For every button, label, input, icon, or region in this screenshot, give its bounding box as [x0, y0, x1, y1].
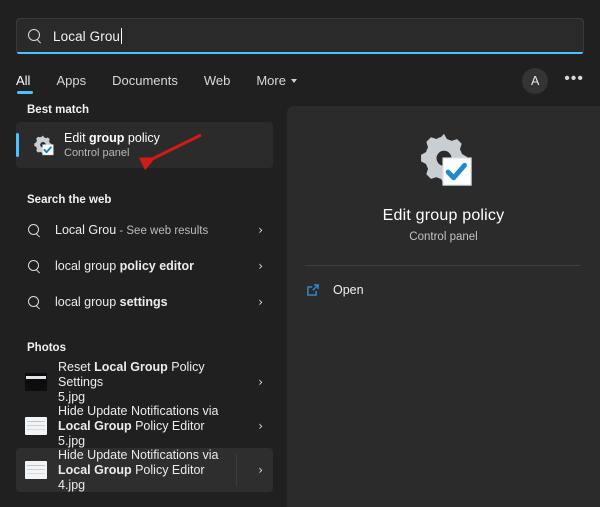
chevron-right-icon[interactable]: › — [258, 419, 263, 433]
web-result-text: local group — [55, 295, 120, 309]
web-result-hint: - See web results — [116, 225, 209, 237]
result-subtitle: Control panel — [64, 146, 130, 159]
photo-line1: Hide Update Notifications via — [58, 403, 219, 418]
avatar[interactable]: A — [522, 68, 549, 94]
photo-result-label: Reset Local Group Policy Settings 5.jpg — [58, 360, 228, 405]
photo-result-label: Hide Update Notifications via Local Group… — [58, 404, 228, 449]
tab-apps-label: Apps — [56, 72, 87, 88]
search-icon — [27, 28, 43, 44]
tab-documents[interactable]: Documents — [112, 73, 178, 94]
gear-check-icon — [415, 130, 473, 193]
tab-web-label: Web — [203, 72, 231, 88]
tab-web[interactable]: Web — [204, 73, 231, 94]
tab-more[interactable]: More — [256, 73, 297, 94]
preview-title: Edit group policy — [382, 207, 505, 224]
photo-line2-highlight: Local Group — [58, 462, 132, 477]
more-options-button[interactable]: ••• — [564, 71, 584, 87]
search-icon — [27, 294, 43, 310]
preview-subtitle: Control panel — [409, 231, 478, 243]
web-result-highlight: settings — [119, 295, 168, 309]
web-result-label: local group policy editor — [55, 259, 194, 273]
web-result-text: Local Grou — [55, 223, 117, 237]
avatar-letter: A — [531, 74, 540, 88]
photo-line1-prefix: Reset — [58, 359, 95, 374]
web-result-row[interactable]: Local Grou - See web results › — [16, 212, 273, 248]
section-header-photos: Photos — [27, 342, 66, 354]
web-result-label: Local Grou - See web results — [55, 223, 208, 237]
photo-line2-highlight: Local Group — [58, 418, 132, 433]
photo-line2: 5.jpg — [58, 389, 86, 404]
chevron-right-icon[interactable]: › — [258, 223, 263, 237]
open-action-label: Open — [333, 283, 364, 297]
tab-more-label: More — [256, 72, 286, 88]
search-box[interactable]: Local Grou — [16, 18, 584, 54]
search-icon — [27, 222, 43, 238]
open-action[interactable]: Open — [287, 266, 600, 298]
row-separator — [236, 454, 237, 486]
photo-line1: Hide Update Notifications via — [58, 447, 219, 462]
search-input-value[interactable]: Local Grou — [53, 29, 120, 44]
chevron-down-icon — [290, 78, 297, 83]
preview-panel: Edit group policy Control panel Open — [287, 106, 600, 507]
photo-line1-highlight: Local Group — [94, 359, 168, 374]
title-highlight: group — [89, 130, 125, 145]
web-result-row[interactable]: local group policy editor › — [16, 248, 273, 284]
photo-result-row[interactable]: Hide Update Notifications via Local Group… — [16, 404, 273, 448]
web-result-row[interactable]: local group settings › — [16, 284, 273, 320]
gear-check-icon — [32, 134, 54, 156]
tab-documents-label: Documents — [112, 72, 178, 88]
selection-indicator — [16, 133, 19, 157]
photo-result-row[interactable]: Hide Update Notifications via Local Group… — [16, 448, 273, 492]
chevron-right-icon[interactable]: › — [258, 259, 263, 273]
preview-icon-wrap — [287, 130, 600, 193]
web-result-highlight: policy editor — [119, 259, 194, 273]
section-header-best-match: Best match — [27, 104, 89, 116]
tab-all-label: All — [16, 72, 31, 88]
web-result-label: local group settings — [55, 295, 168, 309]
section-header-search-the-web: Search the web — [27, 194, 112, 206]
photo-thumbnail — [25, 461, 47, 479]
chevron-right-icon[interactable]: › — [258, 375, 263, 389]
result-title: Edit group policy — [64, 131, 160, 146]
result-edit-group-policy[interactable]: Edit group policy Control panel — [16, 122, 273, 168]
result-text: Edit group policy Control panel — [64, 131, 160, 160]
photo-result-label: Hide Update Notifications via Local Group… — [58, 448, 228, 493]
tab-apps[interactable]: Apps — [56, 73, 86, 94]
filter-tabs: All Apps Documents Web More A ••• — [16, 68, 584, 98]
photo-thumbnail — [25, 373, 47, 391]
text-caret — [121, 28, 123, 44]
search-icon — [27, 258, 43, 274]
photo-result-row[interactable]: Reset Local Group Policy Settings 5.jpg › — [16, 360, 273, 404]
web-result-text: local group — [55, 259, 120, 273]
title-prefix: Edit — [64, 130, 90, 145]
results-list: Best match Edit group policy Control pan… — [0, 104, 287, 507]
tab-all[interactable]: All — [16, 72, 34, 94]
photo-thumbnail — [25, 417, 47, 435]
chevron-right-icon[interactable]: › — [258, 463, 263, 477]
open-external-icon — [305, 282, 321, 298]
chevron-right-icon[interactable]: › — [258, 295, 263, 309]
title-suffix: policy — [124, 130, 160, 145]
